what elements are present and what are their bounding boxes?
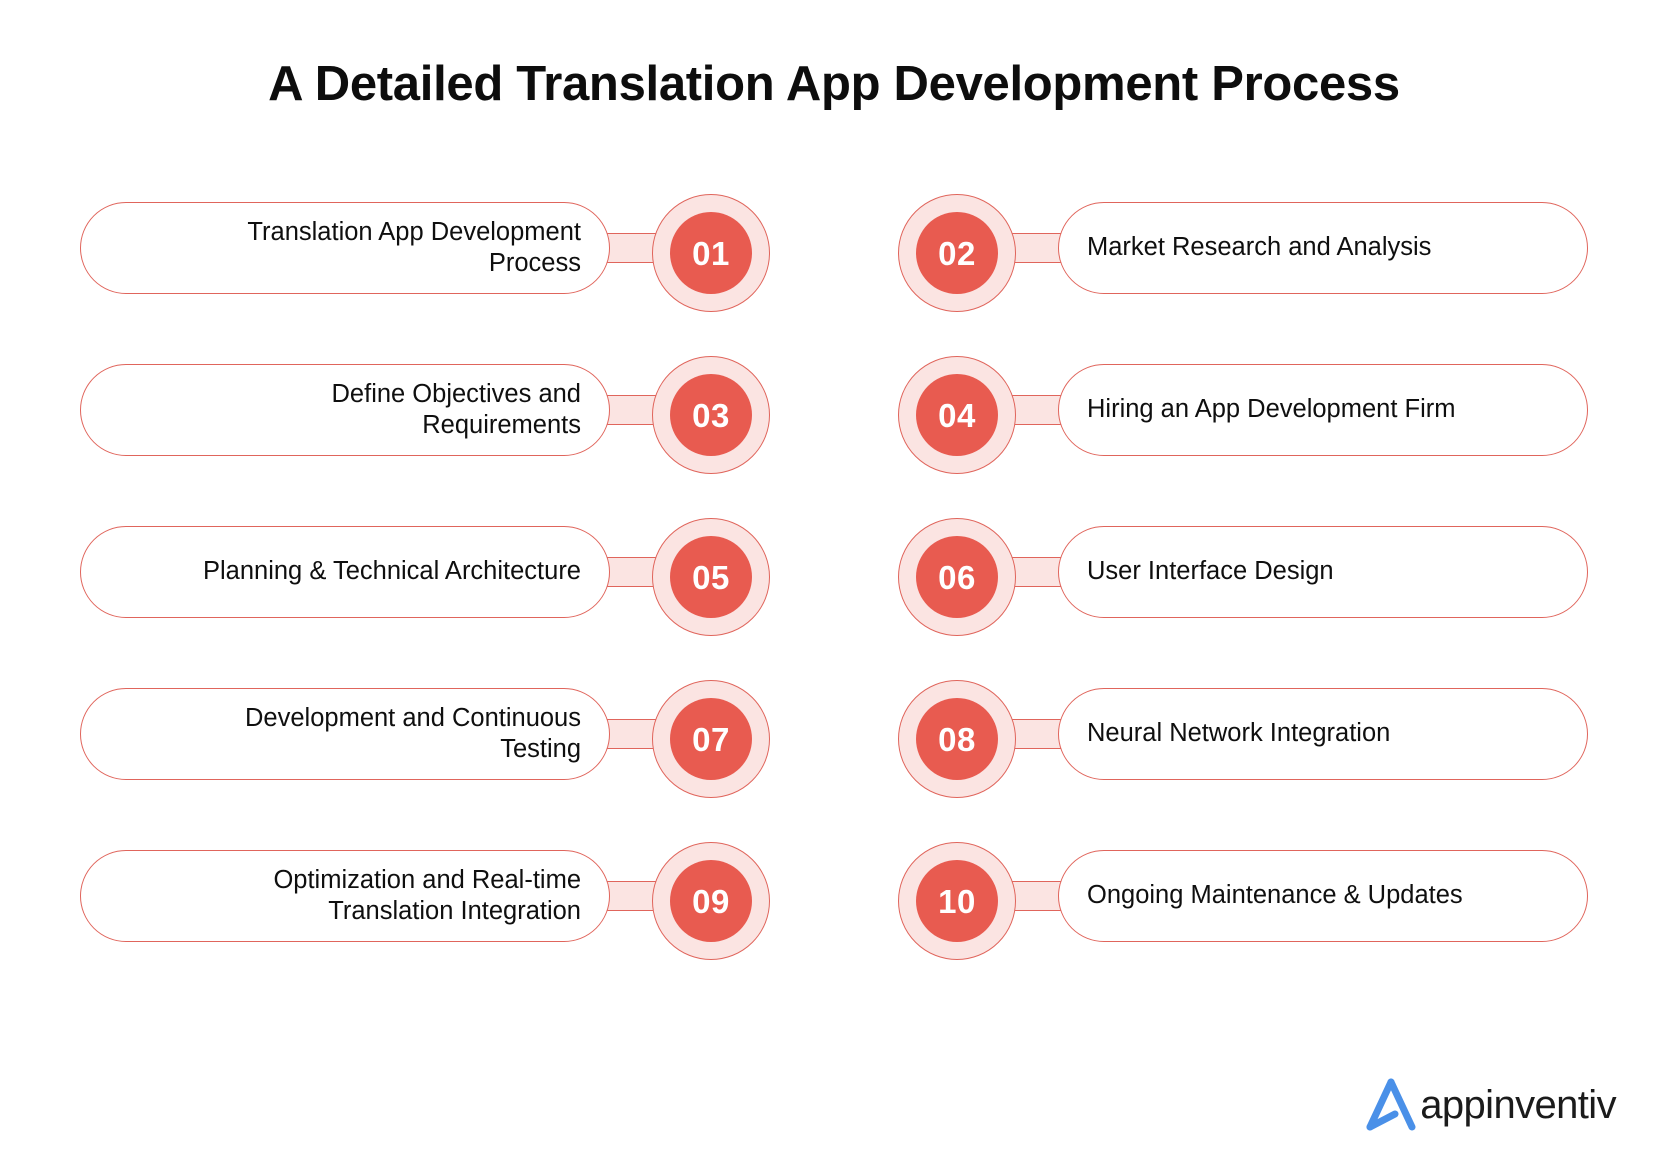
step-item-10[interactable]: Ongoing Maintenance & Updates 10 xyxy=(898,842,1588,966)
step-number: 02 xyxy=(938,234,976,272)
step-label: Hiring an App Development Firm xyxy=(1087,395,1456,424)
step-number-badge[interactable]: 06 xyxy=(898,518,1016,636)
step-number-badge[interactable]: 05 xyxy=(652,518,770,636)
step-number-badge[interactable]: 08 xyxy=(898,680,1016,798)
step-pill[interactable]: Optimization and Real-time Translation I… xyxy=(80,850,610,942)
step-pill[interactable]: Planning & Technical Architecture xyxy=(80,526,610,618)
step-number: 01 xyxy=(692,234,730,272)
step-row: Translation App Development Process 01 M… xyxy=(0,194,1668,318)
step-item-09[interactable]: Optimization and Real-time Translation I… xyxy=(80,842,770,966)
step-label: Planning & Technical Architecture xyxy=(202,557,581,586)
step-label: Neural Network Integration xyxy=(1087,719,1391,748)
step-pill[interactable]: Development and Continuous Testing xyxy=(80,688,610,780)
step-item-05[interactable]: Planning & Technical Architecture 05 xyxy=(80,518,770,642)
step-label: Optimization and Real-time Translation I… xyxy=(273,865,581,925)
step-pill[interactable]: Neural Network Integration xyxy=(1058,688,1588,780)
step-number-badge[interactable]: 02 xyxy=(898,194,1016,312)
badge-disc: 06 xyxy=(916,536,998,618)
badge-disc: 09 xyxy=(670,860,752,942)
step-pill[interactable]: Ongoing Maintenance & Updates xyxy=(1058,850,1588,942)
step-label: Development and Continuous Testing xyxy=(245,703,581,763)
badge-disc: 04 xyxy=(916,374,998,456)
step-number-badge[interactable]: 01 xyxy=(652,194,770,312)
step-number: 06 xyxy=(938,558,976,596)
step-item-01[interactable]: Translation App Development Process 01 xyxy=(80,194,770,318)
step-number: 08 xyxy=(938,720,976,758)
badge-disc: 08 xyxy=(916,698,998,780)
step-pill[interactable]: User Interface Design xyxy=(1058,526,1588,618)
step-number-badge[interactable]: 07 xyxy=(652,680,770,798)
step-label: Translation App Development Process xyxy=(247,217,581,277)
infographic-page: A Detailed Translation App Development P… xyxy=(0,0,1668,1170)
step-item-07[interactable]: Development and Continuous Testing 07 xyxy=(80,680,770,804)
step-label: Market Research and Analysis xyxy=(1087,233,1432,262)
badge-disc: 07 xyxy=(670,698,752,780)
step-number: 03 xyxy=(692,396,730,434)
step-item-04[interactable]: Hiring an App Development Firm 04 xyxy=(898,356,1588,480)
step-number-badge[interactable]: 03 xyxy=(652,356,770,474)
badge-disc: 02 xyxy=(916,212,998,294)
badge-disc: 05 xyxy=(670,536,752,618)
step-row: Development and Continuous Testing 07 Ne… xyxy=(0,680,1668,804)
step-number: 07 xyxy=(692,720,730,758)
step-row: Planning & Technical Architecture 05 Use… xyxy=(0,518,1668,642)
step-pill[interactable]: Hiring an App Development Firm xyxy=(1058,364,1588,456)
step-number: 05 xyxy=(692,558,730,596)
step-pill[interactable]: Market Research and Analysis xyxy=(1058,202,1588,294)
logo-wordmark: appinventiv xyxy=(1420,1083,1616,1127)
badge-disc: 03 xyxy=(670,374,752,456)
step-number: 10 xyxy=(938,882,976,920)
step-row: Optimization and Real-time Translation I… xyxy=(0,842,1668,966)
badge-disc: 01 xyxy=(670,212,752,294)
step-number: 04 xyxy=(938,396,976,434)
step-label: Define Objectives and Requirements xyxy=(331,379,581,439)
step-item-06[interactable]: User Interface Design 06 xyxy=(898,518,1588,642)
badge-disc: 10 xyxy=(916,860,998,942)
step-number-badge[interactable]: 10 xyxy=(898,842,1016,960)
brand-logo[interactable]: appinventiv xyxy=(1362,1076,1617,1134)
step-label: User Interface Design xyxy=(1087,557,1334,586)
step-item-02[interactable]: Market Research and Analysis 02 xyxy=(898,194,1588,318)
step-item-08[interactable]: Neural Network Integration 08 xyxy=(898,680,1588,804)
steps-grid: Translation App Development Process 01 M… xyxy=(0,0,1668,1170)
step-pill[interactable]: Translation App Development Process xyxy=(80,202,610,294)
step-pill[interactable]: Define Objectives and Requirements xyxy=(80,364,610,456)
step-label: Ongoing Maintenance & Updates xyxy=(1087,881,1463,910)
step-row: Define Objectives and Requirements 03 Hi… xyxy=(0,356,1668,480)
step-number-badge[interactable]: 09 xyxy=(652,842,770,960)
step-item-03[interactable]: Define Objectives and Requirements 03 xyxy=(80,356,770,480)
appinventiv-arrow-icon xyxy=(1366,1078,1416,1131)
step-number: 09 xyxy=(692,882,730,920)
step-number-badge[interactable]: 04 xyxy=(898,356,1016,474)
